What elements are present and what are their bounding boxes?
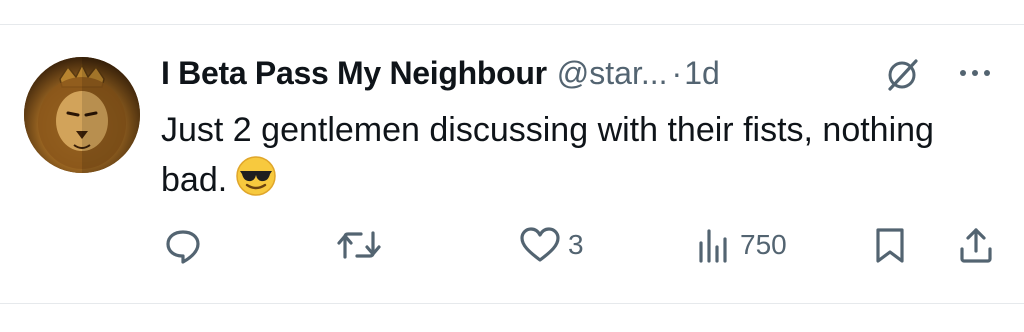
like-button[interactable]: 3 <box>518 221 584 269</box>
share-button[interactable] <box>956 221 996 269</box>
more-icon[interactable] <box>955 63 995 83</box>
action-bar: 3 750 <box>0 221 1024 269</box>
grok-icon[interactable] <box>884 57 920 93</box>
bottom-divider <box>0 303 1024 304</box>
views-count: 750 <box>740 229 787 260</box>
sunglasses-emoji-icon <box>235 155 277 197</box>
tweet[interactable]: I Beta Pass My Neighbour @star... · 1d J… <box>0 25 1024 303</box>
timestamp[interactable]: 1d <box>684 55 720 92</box>
tweet-header: I Beta Pass My Neighbour @star... · 1d <box>161 51 720 95</box>
like-count: 3 <box>568 229 584 260</box>
share-icon <box>960 228 992 263</box>
display-name[interactable]: I Beta Pass My Neighbour <box>161 55 547 92</box>
lion-avatar-icon <box>24 57 140 173</box>
heart-icon <box>520 227 560 262</box>
reply-icon <box>166 230 200 264</box>
retweet-button[interactable] <box>335 221 389 269</box>
bookmark-button[interactable] <box>872 221 908 269</box>
avatar[interactable] <box>24 57 140 173</box>
separator-dot: · <box>671 54 683 91</box>
views-button[interactable]: 750 <box>694 221 787 269</box>
user-handle[interactable]: @star... <box>557 55 668 92</box>
bookmark-icon <box>876 228 904 263</box>
reply-button[interactable] <box>163 221 209 269</box>
tweet-text: Just 2 gentlemen discussing with their f… <box>161 105 981 205</box>
retweet-icon <box>337 231 381 259</box>
views-icon <box>699 229 727 263</box>
